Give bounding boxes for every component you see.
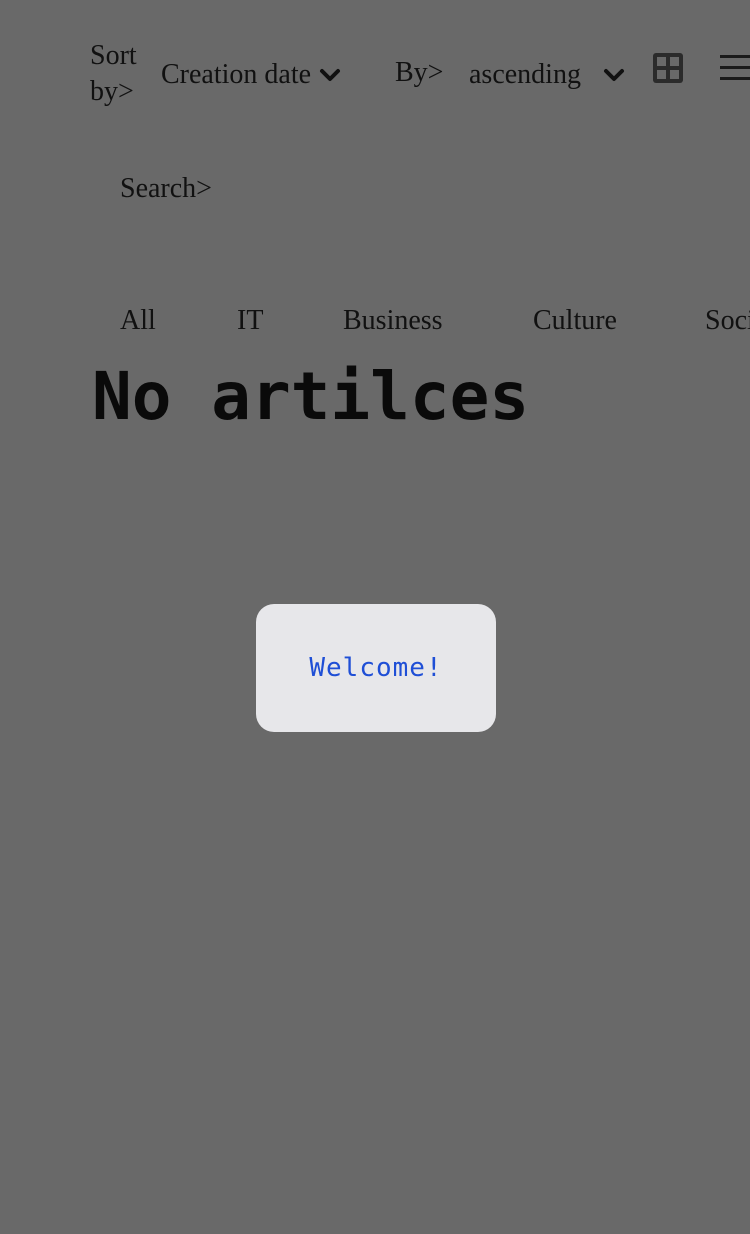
welcome-toast: Welcome! [256, 604, 496, 732]
sort-by-label: Sort by> [90, 40, 137, 107]
chevron-down-icon [603, 69, 624, 81]
tab-culture[interactable]: Culture [533, 303, 617, 339]
tab-business[interactable]: Business [343, 303, 443, 339]
empty-state-title: No artilces [92, 358, 530, 435]
search-input[interactable] [232, 168, 716, 210]
tab-society[interactable]: Society [705, 303, 750, 339]
sort-field-select[interactable]: Creation date [161, 57, 341, 93]
sort-order-label: By> [395, 57, 444, 88]
list-view-icon[interactable] [717, 51, 750, 85]
sort-order-select[interactable]: ascending [469, 57, 625, 93]
grid-view-icon[interactable] [651, 51, 685, 85]
chevron-down-icon [320, 69, 341, 81]
tab-all[interactable]: All [120, 303, 156, 339]
sort-field-value: Creation date [161, 59, 312, 90]
sort-order-value: ascending [469, 59, 581, 90]
search-label: Search> [120, 173, 212, 204]
tab-it[interactable]: IT [237, 303, 263, 339]
category-tabs: All IT Business Culture Society [0, 303, 750, 343]
welcome-text: Welcome! [309, 653, 443, 683]
